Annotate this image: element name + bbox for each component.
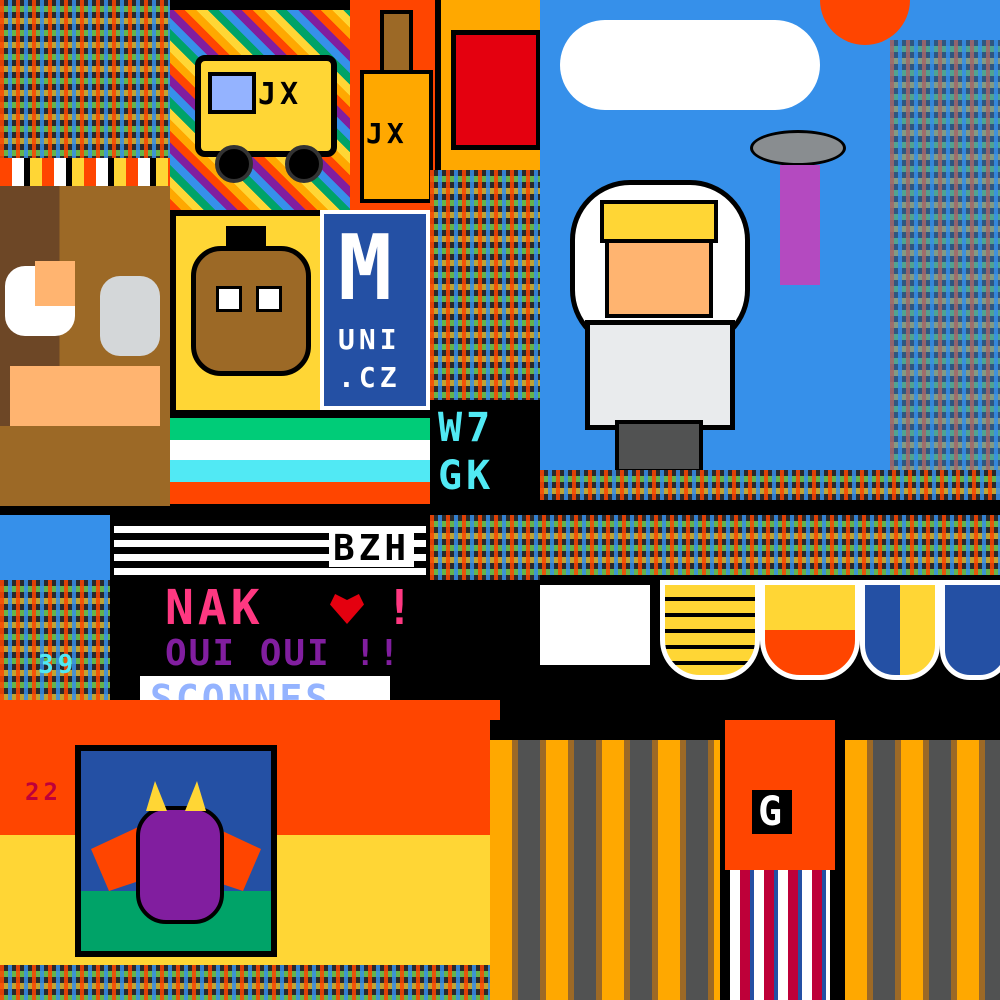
- cloud-shape: [560, 20, 820, 110]
- bear-eye-right: [256, 286, 282, 312]
- astronaut-body: [585, 320, 735, 430]
- w7gk-artwork: W7 GK: [430, 400, 540, 510]
- astronaut-hair: [600, 200, 718, 243]
- shield-4: [940, 580, 1000, 680]
- bear-face: [191, 246, 311, 376]
- left-icons: [0, 580, 110, 700]
- robot-face-artwork: [435, 0, 546, 170]
- muni-cz-logo: M UNI .CZ: [320, 210, 430, 410]
- gk-line: GK: [438, 453, 495, 499]
- truck-jx-label: JX: [258, 77, 303, 112]
- jx-truck-artwork: JX: [170, 10, 350, 210]
- w7-line: W7: [438, 405, 495, 451]
- bear-eye-left: [216, 286, 242, 312]
- figure-right-head: [100, 276, 160, 356]
- figure-robe: [0, 426, 170, 506]
- bottle-jx-label: JX: [366, 117, 408, 150]
- freddy-bear-artwork: [170, 210, 332, 422]
- ufo-beam: [780, 165, 820, 285]
- bear-hat: [226, 226, 266, 251]
- ufo-saucer: [750, 130, 846, 166]
- mixed-column-artwork: [430, 170, 540, 400]
- purple-dragon-artwork: [75, 745, 277, 957]
- striped-column: [730, 870, 830, 1000]
- astronaut-sky-artwork: [540, 0, 1000, 500]
- muni-line-cz: .CZ: [338, 361, 401, 394]
- robot-jaw: [451, 30, 541, 150]
- truck-wheel-left: [215, 145, 253, 183]
- cathedral-tower-left: [490, 740, 720, 1000]
- cathedral-artwork: G: [490, 720, 1000, 1000]
- nak-text: NAK: [165, 580, 264, 636]
- cathedral-tower-right: [845, 740, 1000, 1000]
- shield-2: [760, 580, 860, 680]
- truck-window: [208, 72, 256, 114]
- truck-wheel-right: [285, 145, 323, 183]
- small-22-label: 22: [25, 778, 62, 806]
- ouioui-text: OUI OUI !!: [165, 633, 402, 674]
- dragon-body: [136, 806, 224, 924]
- bzh-flag: BZH: [110, 515, 430, 580]
- rainbow-lattice-artwork: [0, 0, 170, 180]
- flower-vines: [890, 40, 1000, 480]
- heart-icon: [330, 594, 364, 624]
- shield-1: [660, 580, 760, 680]
- astronaut-legs: [615, 420, 703, 473]
- stripe-band: [0, 158, 170, 186]
- shield-crests-artwork: [540, 575, 1000, 695]
- figure-arm: [10, 366, 160, 426]
- figure-left-face: [35, 261, 75, 306]
- strip-right-tiles: [430, 515, 1000, 580]
- jx-bottle-artwork: JX: [350, 0, 435, 210]
- g-letter: G: [752, 790, 793, 834]
- bottom-strip: [0, 965, 490, 1000]
- strip-left-tile: [0, 515, 110, 580]
- icon-strip: BZH: [0, 515, 1000, 580]
- muni-letter-m: M: [338, 216, 393, 321]
- ground-flowers: [540, 470, 1000, 500]
- striped-flag-artwork: [170, 410, 430, 510]
- renaissance-painting-artwork: [0, 186, 170, 506]
- nak-exclaim: !: [385, 580, 418, 636]
- bottle-neck: [380, 10, 413, 78]
- skull-tile: [540, 585, 650, 665]
- muni-line-uni: UNI: [338, 323, 401, 356]
- pixel-art-canvas[interactable]: JX JX M UNI .CZ W7 GK BZH 39 NAK ! OUI O…: [0, 0, 1000, 1000]
- bzh-label: BZH: [329, 531, 415, 567]
- badge-39: 39: [38, 650, 78, 680]
- shield-3: [860, 580, 940, 680]
- red-balloon: [820, 0, 910, 45]
